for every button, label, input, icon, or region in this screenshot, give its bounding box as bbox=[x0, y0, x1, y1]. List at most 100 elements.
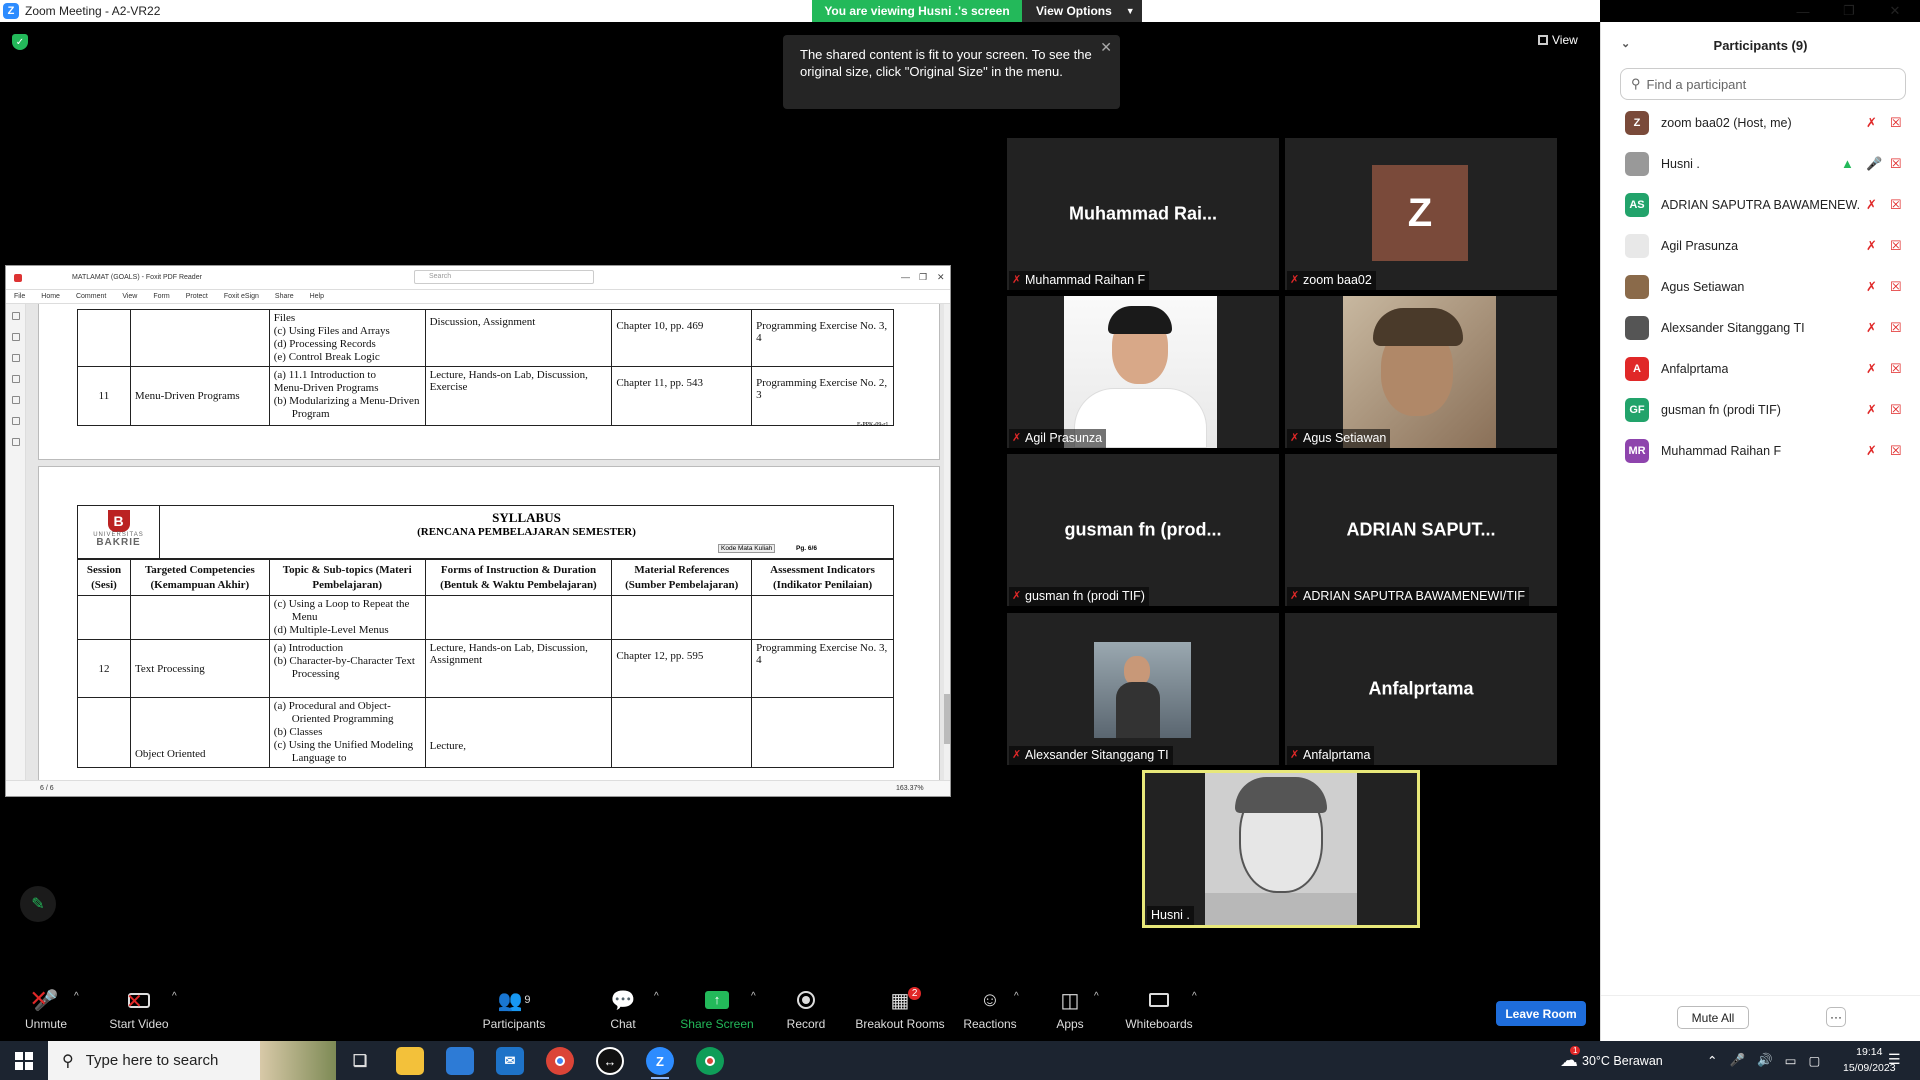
teamviewer-icon[interactable]: ↔ bbox=[596, 1047, 624, 1075]
whiteboards-caret-icon[interactable]: ^ bbox=[1192, 991, 1197, 1002]
participant-name: zoom baa02 bbox=[1303, 273, 1372, 287]
tile-name-label: ✗ Anfalprtama bbox=[1287, 746, 1375, 765]
annotate-pencil-button[interactable]: ✎ bbox=[20, 886, 56, 922]
security-icon[interactable] bbox=[11, 417, 20, 425]
pdf-close-icon[interactable]: ✕ bbox=[937, 272, 945, 283]
participants-button[interactable]: 👥 9 Participants bbox=[483, 983, 546, 1041]
zoom-taskbar-icon[interactable]: Z bbox=[646, 1047, 674, 1075]
menu-form[interactable]: Form bbox=[153, 293, 169, 300]
chevron-up-icon[interactable]: ⌃ bbox=[1707, 1053, 1717, 1068]
participant-row[interactable]: Z zoom baa02 (Host, me) ✗ ☒ bbox=[1601, 102, 1920, 143]
breakout-rooms-button[interactable]: ▦ 2 Breakout Rooms bbox=[854, 983, 946, 1041]
apps-caret-icon[interactable]: ^ bbox=[1094, 991, 1099, 1002]
video-tile[interactable]: ✗ Agus Setiawan bbox=[1285, 296, 1557, 448]
menu-foxit-esign[interactable]: Foxit eSign bbox=[224, 293, 259, 300]
page-indicator[interactable]: 6 / 6 bbox=[40, 785, 54, 792]
more-options-button[interactable]: ··· bbox=[1826, 1007, 1846, 1027]
video-tile[interactable]: Muhammad Rai... ✗ Muhammad Raihan F bbox=[1007, 138, 1279, 290]
whiteboards-button[interactable]: Whiteboards bbox=[1124, 983, 1194, 1041]
pdf-minimize-icon[interactable]: — bbox=[901, 272, 910, 282]
signature-icon[interactable] bbox=[11, 438, 20, 446]
scroll-thumb[interactable] bbox=[944, 694, 950, 744]
participants-icon: 👥 9 bbox=[497, 989, 531, 1012]
apps-button[interactable]: ◫ Apps bbox=[1055, 983, 1085, 1041]
pdf-title-bar: MATLAMAT (GOALS) - Foxit PDF Reader Sear… bbox=[6, 266, 950, 290]
participant-row[interactable]: A Anfalprtama ✗ ☒ bbox=[1601, 348, 1920, 389]
participant-row[interactable]: Husni . ▲ 🎤 ☒ bbox=[1601, 143, 1920, 184]
start-button[interactable] bbox=[0, 1041, 48, 1080]
weather-widget[interactable]: ☁ 1 30°C Berawan bbox=[1560, 1041, 1663, 1080]
record-button[interactable]: Record bbox=[785, 983, 827, 1041]
reactions-caret-icon[interactable]: ^ bbox=[1014, 991, 1019, 1002]
chrome-icon[interactable] bbox=[546, 1047, 574, 1075]
mic-muted-icon: ✗ bbox=[1866, 320, 1877, 335]
participant-row[interactable]: GF gusman fn (prodi TIF) ✗ ☒ bbox=[1601, 389, 1920, 430]
find-participant-input[interactable]: ⚲ Find a participant bbox=[1620, 68, 1906, 100]
video-tile[interactable]: ✗ Alexsander Sitanggang TI bbox=[1007, 613, 1279, 765]
reactions-button[interactable]: ☺ Reactions bbox=[963, 983, 1017, 1041]
notification-center-icon[interactable]: ☰ bbox=[1888, 1051, 1901, 1068]
participant-row[interactable]: Agil Prasunza ✗ ☒ bbox=[1601, 225, 1920, 266]
active-speaker-tile[interactable]: Husni . bbox=[1142, 770, 1420, 928]
video-options-caret-icon[interactable]: ^ bbox=[172, 991, 177, 1002]
competency-cell: Menu-Driven Programs bbox=[129, 366, 270, 426]
pages-icon[interactable] bbox=[11, 333, 20, 341]
audio-options-caret-icon[interactable]: ^ bbox=[74, 991, 79, 1002]
video-off-icon: ☒ bbox=[1890, 238, 1902, 253]
mic-icon[interactable]: 🎤 bbox=[1729, 1053, 1745, 1068]
participant-row[interactable]: AS ADRIAN SAPUTRA BAWAMENEW... ✗ ☒ bbox=[1601, 184, 1920, 225]
menu-share[interactable]: Share bbox=[275, 293, 294, 300]
menu-protect[interactable]: Protect bbox=[186, 293, 208, 300]
menu-comment[interactable]: Comment bbox=[76, 293, 106, 300]
pdf-restore-icon[interactable]: ❐ bbox=[919, 272, 927, 283]
video-tile[interactable]: gusman fn (prod... ✗ gusman fn (prodi TIF… bbox=[1007, 454, 1279, 606]
participant-name: gusman fn (prodi TIF) bbox=[1025, 589, 1145, 603]
start-video-button[interactable]: ✕ Start Video bbox=[104, 983, 174, 1041]
share-options-caret-icon[interactable]: ^ bbox=[751, 991, 756, 1002]
zoom-level[interactable]: 163.37% bbox=[896, 785, 924, 792]
restore-button[interactable]: ❐ bbox=[1826, 0, 1872, 22]
search-highlight-image bbox=[260, 1041, 336, 1080]
share-screen-button[interactable]: ↑ Share Screen bbox=[680, 983, 754, 1041]
minimize-button[interactable]: — bbox=[1780, 0, 1826, 22]
menu-home[interactable]: Home bbox=[41, 293, 60, 300]
video-tile[interactable]: ✗ Agil Prasunza bbox=[1007, 296, 1279, 448]
volume-icon[interactable]: 🔊 bbox=[1757, 1053, 1773, 1068]
taskbar-search-box[interactable]: ⚲ Type here to search bbox=[48, 1041, 336, 1080]
windows-logo-icon bbox=[15, 1051, 33, 1070]
view-layout-button[interactable]: View bbox=[1538, 33, 1578, 47]
attachment-icon[interactable] bbox=[11, 396, 20, 404]
file-explorer-icon[interactable] bbox=[396, 1047, 424, 1075]
bookmark-icon[interactable] bbox=[11, 312, 20, 320]
participant-row[interactable]: MR Muhammad Raihan F ✗ ☒ bbox=[1601, 430, 1920, 471]
menu-view[interactable]: View bbox=[122, 293, 137, 300]
participant-row[interactable]: Agus Setiawan ✗ ☒ bbox=[1601, 266, 1920, 307]
mail-icon[interactable]: ✉ bbox=[496, 1047, 524, 1075]
network-icon[interactable]: ▭ bbox=[1785, 1053, 1797, 1068]
video-tile[interactable]: Anfalprtama ✗ Anfalprtama bbox=[1285, 613, 1557, 765]
mute-all-button[interactable]: Mute All bbox=[1677, 1006, 1749, 1029]
close-tooltip-icon[interactable]: ✕ bbox=[1100, 39, 1112, 56]
video-tile[interactable]: ADRIAN SAPUT... ✗ ADRIAN SAPUTRA BAWAMENE… bbox=[1285, 454, 1557, 606]
view-options-button[interactable]: View Options ▼ bbox=[1022, 0, 1142, 22]
comments-icon[interactable] bbox=[11, 354, 20, 362]
pdf-scrollbar[interactable] bbox=[944, 304, 950, 782]
task-view-icon[interactable]: ❏ bbox=[346, 1047, 374, 1075]
chat-options-caret-icon[interactable]: ^ bbox=[654, 991, 659, 1002]
chrome-profile-icon[interactable] bbox=[696, 1047, 724, 1075]
menu-help[interactable]: Help bbox=[310, 293, 324, 300]
pdf-search-input[interactable]: Search bbox=[414, 270, 594, 284]
pdf-document-area[interactable]: Files (c) Using Files and Arrays (d) Pro… bbox=[26, 304, 946, 782]
chat-button[interactable]: 💬 Chat bbox=[605, 983, 641, 1041]
battery-icon[interactable]: ▢ bbox=[1808, 1053, 1820, 1068]
unmute-button[interactable]: 🎤 ✕ Unmute bbox=[22, 983, 70, 1041]
store-icon[interactable] bbox=[446, 1047, 474, 1075]
menu-file[interactable]: File bbox=[14, 293, 25, 300]
leave-room-button[interactable]: Leave Room bbox=[1496, 1001, 1586, 1026]
layers-icon[interactable] bbox=[11, 375, 20, 383]
chevron-down-icon[interactable]: ⌄ bbox=[1621, 37, 1630, 50]
video-tile[interactable]: Z ✗ zoom baa02 bbox=[1285, 138, 1557, 290]
participant-row[interactable]: Alexsander Sitanggang TI ✗ ☒ bbox=[1601, 307, 1920, 348]
close-button[interactable]: ✕ bbox=[1872, 0, 1918, 22]
tile-name-label: ✗ Muhammad Raihan F bbox=[1009, 271, 1150, 290]
